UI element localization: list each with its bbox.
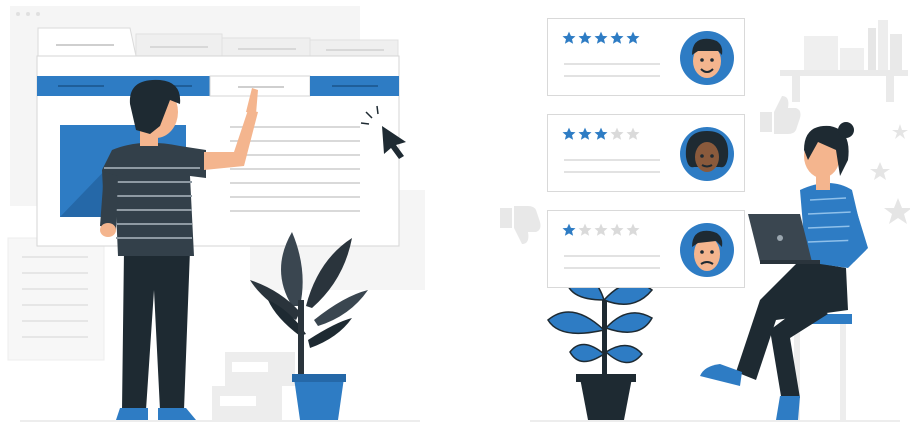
- star-rating: [562, 31, 640, 45]
- star-empty-icon: [610, 127, 624, 140]
- review-card: 5: [547, 18, 745, 96]
- star-empty-icon: [610, 223, 624, 236]
- star-filled-icon: [562, 31, 576, 44]
- reviewer-avatar: [680, 31, 734, 85]
- star-filled-icon: [578, 127, 592, 140]
- star-empty-icon: [594, 223, 608, 236]
- wall-shelf: [780, 20, 908, 102]
- star-filled-icon: [562, 223, 576, 236]
- review-card: 1: [547, 210, 745, 288]
- browser-tab-active: [37, 27, 137, 57]
- star-filled-icon: [562, 127, 576, 140]
- star-empty-icon: [626, 223, 640, 236]
- storage-boxes: [212, 352, 295, 420]
- browser-tab: [309, 39, 399, 57]
- star-rating: [562, 127, 640, 141]
- star-icon: [870, 124, 910, 224]
- star-rating: [562, 223, 640, 237]
- illustration-scene: [7, 6, 910, 422]
- star-filled-icon: [626, 31, 640, 44]
- star-empty-icon: [626, 127, 640, 140]
- browser-window: [36, 27, 406, 247]
- browser-tab: [221, 37, 311, 57]
- browser-tab: [135, 33, 223, 57]
- star-filled-icon: [578, 31, 592, 44]
- review-card: 3: [547, 114, 745, 192]
- plant-icon: [547, 273, 654, 420]
- reviewer-avatar: [680, 223, 734, 277]
- thumbs-down-icon: [500, 206, 541, 244]
- star-filled-icon: [610, 31, 624, 44]
- star-filled-icon: [594, 31, 608, 44]
- star-empty-icon: [578, 223, 592, 236]
- reviewer-avatar: [680, 127, 734, 181]
- bg-document: [7, 237, 105, 361]
- star-filled-icon: [594, 127, 608, 140]
